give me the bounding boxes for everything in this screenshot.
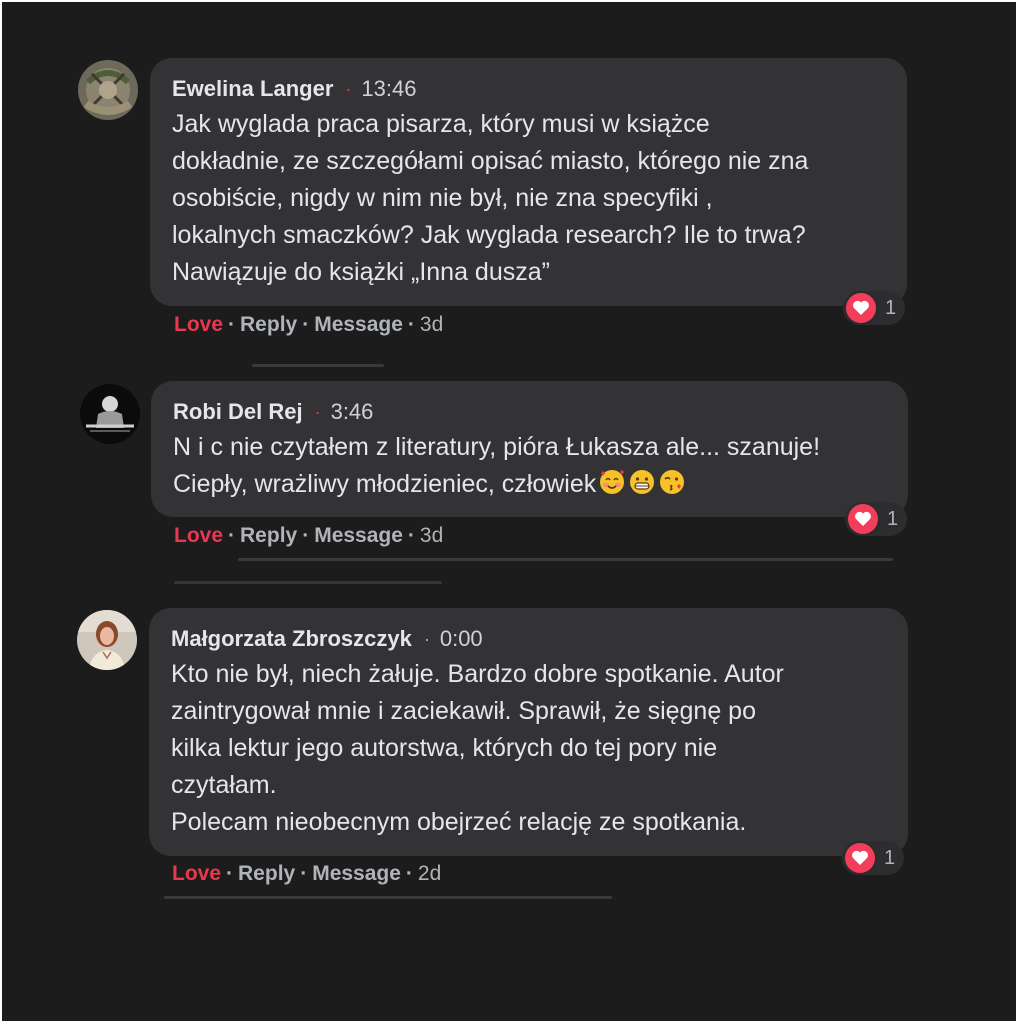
- separator-dot: ·: [300, 862, 308, 885]
- love-button[interactable]: Love: [174, 313, 223, 337]
- separator-dot: ·: [228, 313, 236, 336]
- heart-icon: [846, 293, 876, 323]
- comment-bubble: Ewelina Langer · 13:46 Jak wyglada praca…: [150, 58, 907, 306]
- comment-time[interactable]: 13:46: [361, 76, 416, 102]
- comment-text: Kto nie był, niech żałuje. Bardzo dobre …: [171, 660, 784, 836]
- separator-dot: ·: [345, 78, 352, 99]
- separator-dot: ·: [407, 524, 415, 547]
- author-name[interactable]: Robi Del Rej: [173, 399, 303, 425]
- message-button[interactable]: Message: [314, 313, 403, 337]
- heart-icon: [845, 843, 875, 873]
- comment-actions: Love · Reply · Message · 2d: [172, 862, 441, 886]
- comment-text: N i c nie czytałem z literatury, pióra Ł…: [173, 433, 821, 498]
- reply-button[interactable]: Reply: [240, 524, 297, 548]
- author-name[interactable]: Małgorzata Zbroszczyk: [171, 626, 412, 652]
- comment-text: Jak wyglada praca pisarza, który musi w …: [172, 110, 809, 286]
- separator-dot: ·: [405, 862, 413, 885]
- comment-bubble: Małgorzata Zbroszczyk · 0:00 Kto nie był…: [149, 608, 908, 856]
- avatar[interactable]: [80, 384, 140, 444]
- reaction-count: 1: [884, 846, 896, 869]
- hidden-reply-edge: [164, 896, 612, 899]
- avatar[interactable]: [78, 60, 138, 120]
- hidden-reply-actions-edge: [174, 581, 442, 584]
- comment-age[interactable]: 3d: [420, 313, 443, 337]
- comment-time[interactable]: 3:46: [331, 399, 374, 425]
- separator-dot: ·: [228, 524, 236, 547]
- message-button[interactable]: Message: [314, 524, 403, 548]
- reaction-badge[interactable]: 1: [845, 502, 907, 536]
- comment-age[interactable]: 3d: [420, 524, 443, 548]
- hidden-reply-edge: [238, 558, 893, 561]
- reaction-badge[interactable]: 1: [842, 841, 904, 875]
- grinning-face-icon: [630, 470, 655, 494]
- comments-panel: Ewelina Langer · 13:46 Jak wyglada praca…: [2, 2, 1016, 1021]
- love-button[interactable]: Love: [172, 862, 221, 886]
- separator-dot: ·: [407, 313, 415, 336]
- comment-actions: Love · Reply · Message · 3d: [174, 524, 443, 548]
- love-button[interactable]: Love: [174, 524, 223, 548]
- reply-button[interactable]: Reply: [240, 313, 297, 337]
- separator-dot: ·: [423, 628, 430, 649]
- comment-bubble: Robi Del Rej · 3:46 N i c nie czytałem z…: [151, 381, 908, 517]
- smiling-face-with-hearts-icon: [600, 470, 625, 494]
- heart-icon: [848, 504, 878, 534]
- reaction-count: 1: [885, 296, 897, 319]
- separator-dot: ·: [314, 401, 321, 422]
- message-button[interactable]: Message: [312, 862, 401, 886]
- author-name[interactable]: Ewelina Langer: [172, 76, 333, 102]
- separator-dot: ·: [302, 524, 310, 547]
- reaction-count: 1: [887, 507, 899, 530]
- separator-dot: ·: [302, 313, 310, 336]
- comment-actions: Love · Reply · Message · 3d: [174, 313, 443, 337]
- reaction-badge[interactable]: 1: [843, 291, 905, 325]
- avatar[interactable]: [77, 610, 137, 670]
- comment-age[interactable]: 2d: [418, 862, 441, 886]
- face-blowing-kiss-icon: [660, 470, 685, 494]
- comment-time[interactable]: 0:00: [440, 626, 483, 652]
- reply-button[interactable]: Reply: [238, 862, 295, 886]
- separator-dot: ·: [226, 862, 234, 885]
- hidden-reply-edge: [252, 364, 384, 367]
